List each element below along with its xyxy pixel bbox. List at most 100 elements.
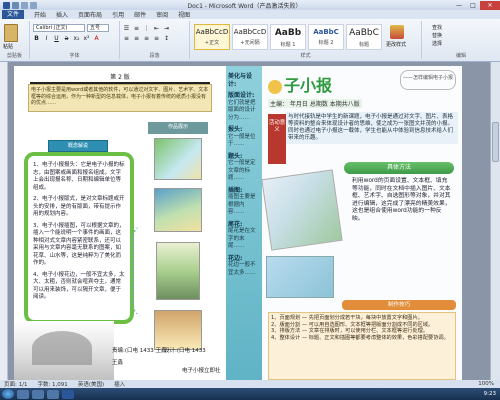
tab-file[interactable]: 文件 (2, 10, 25, 19)
editing-group: 查找 替换 选择 编辑 (422, 21, 500, 59)
word-count[interactable]: 字数: 1,091 (37, 380, 67, 388)
concept-frame: 1、电子小报报头：它是电子小报的标志，由图案或画面和报名组成，文字上会出现报名称… (24, 152, 134, 324)
note-item: 4、整体设计 — 标题、正文和插图等都要考虑整体的效果，色彩搭配要协调。 (271, 334, 449, 341)
group-label: 字体 (69, 53, 80, 59)
align-center-icon[interactable]: ≡ (133, 35, 140, 42)
clipboard-group: 粘贴 剪贴板 (0, 21, 30, 59)
section-label: 活动意义 (268, 114, 286, 164)
taskbar: 9:23 (0, 388, 500, 400)
sidebar-text: 尾花是在文字的末尾…… (228, 228, 256, 249)
taskbar-app-icon[interactable] (32, 389, 44, 399)
tab-review[interactable]: 审阅 (156, 10, 168, 19)
word-icon (3, 1, 10, 9)
bullets-icon[interactable]: ☰ (123, 25, 130, 32)
select-button[interactable]: 选择 (432, 40, 442, 48)
concept-list: 1、电子小报报头：它是电子小报的标志，由图案或画面和报名组成，文字上会出现报名称… (28, 156, 130, 312)
style-normal[interactable]: AaBbCcD +正文 (194, 24, 230, 50)
concept-banner: 概念解说 (48, 140, 108, 152)
method-heading: 具体方法 (344, 162, 454, 174)
notes-heading: 制作技巧 (342, 300, 456, 310)
replace-button[interactable]: 替换 (432, 32, 442, 40)
tab-insert[interactable]: 插入 (56, 10, 68, 19)
collage-image (266, 256, 334, 298)
masthead-emblem-icon (268, 79, 282, 94)
taskbar-app-icon[interactable] (47, 389, 59, 399)
group-label: 剪贴板 (6, 53, 22, 59)
tab-mailings[interactable]: 邮件 (134, 10, 146, 19)
intro-box: 电子小报主要是用word或者其他的软件，可以通过对文字、图片、艺术字、文本框等的… (28, 84, 212, 112)
sidebar-heading: 美化与设计: (228, 73, 253, 88)
taskbar-app-icon[interactable] (17, 389, 29, 399)
sample-image (156, 242, 200, 300)
works-banner: 作品展示 (148, 122, 208, 134)
undo-icon[interactable] (21, 1, 28, 9)
tab-references[interactable]: 引用 (112, 10, 124, 19)
font-group: Calibri (正文) 五号 B I U a x₂ x² A 字体 (30, 21, 120, 59)
tab-view[interactable]: 视图 (178, 10, 190, 19)
increase-indent-icon[interactable]: ⇥ (163, 25, 170, 32)
save-icon[interactable] (12, 1, 19, 9)
paste-icon[interactable] (4, 24, 18, 42)
font-size-select[interactable]: 五号 (87, 24, 109, 32)
word-taskbar-icon[interactable] (62, 389, 74, 399)
tab-page-layout[interactable]: 页面布局 (78, 10, 102, 19)
align-left-icon[interactable]: ≡ (123, 35, 130, 42)
sample-image (154, 138, 202, 180)
style-sample: AaBbCcD (233, 28, 267, 36)
list-item: 1、电子小报报头：它是电子小报的标志，由图案或画面和报名组成，文字上会出现报名称… (33, 162, 125, 191)
tab-home[interactable]: 开始 (34, 10, 46, 19)
superscript-button[interactable]: x² (83, 35, 90, 42)
change-styles-icon[interactable] (390, 25, 404, 39)
scrollbar-thumb[interactable] (492, 122, 499, 162)
page-right[interactable]: 美化与设计: 版面设计: 它们就是把版面的设计分为…… 报头: 它一般是位于……… (226, 66, 462, 380)
subscript-button[interactable]: x₂ (73, 35, 80, 42)
sidebar-heading: 题头: (228, 152, 243, 160)
line-spacing-icon[interactable]: ↕ (163, 35, 170, 42)
format-row: B I U a x₂ x² A (33, 35, 100, 42)
insert-mode[interactable]: 插入 (114, 380, 125, 388)
underline-button[interactable]: U (53, 35, 60, 42)
change-styles-button[interactable]: 更改样式 (386, 41, 406, 48)
zoom-level[interactable]: 100% (478, 381, 500, 387)
find-button[interactable]: 查找 (432, 24, 442, 32)
style-sample: AaBb (274, 28, 302, 38)
window-controls: — □ ✕ (452, 0, 500, 10)
multilevel-icon[interactable]: ⋮ (143, 25, 150, 32)
start-button[interactable] (2, 389, 14, 399)
list-row: ☰ ≡ ⋮ ⇤ ⇥ (123, 25, 170, 32)
justify-icon[interactable]: ≡ (153, 35, 160, 42)
notes-box: 1、页面规划 — 先把页面划分成若干块，每块中放置文字和图片。 2、版面分割 —… (268, 312, 456, 380)
italic-button[interactable]: I (43, 35, 50, 42)
style-title[interactable]: AaBbC 标题 (346, 24, 382, 50)
editing-commands: 查找 替换 选择 (432, 24, 442, 48)
page-count[interactable]: 页面: 1/1 (4, 380, 27, 388)
style-label: 标题 (358, 42, 369, 48)
minimize-button[interactable]: — (452, 1, 466, 10)
vertical-scrollbar[interactable] (490, 62, 500, 380)
font-color-button[interactable]: A (93, 35, 100, 42)
align-right-icon[interactable]: ≡ (143, 35, 150, 42)
close-button[interactable]: ✕ (480, 0, 500, 10)
style-label: 标题 1 (280, 42, 296, 48)
sidebar-text: 它一般是位于…… (228, 133, 256, 148)
numbering-icon[interactable]: ≡ (133, 25, 140, 32)
style-label: +正文 (204, 40, 220, 46)
document-area[interactable]: 第 2 版 电子小报主要是用word或者其他的软件，可以通过对文字、图片、艺术字… (0, 62, 490, 380)
language-indicator[interactable]: 英语(美国) (78, 380, 104, 388)
redo-icon[interactable] (30, 1, 37, 9)
maximize-button[interactable]: □ (466, 1, 480, 10)
align-row: ≡ ≡ ≡ ≡ ↕ (123, 35, 170, 42)
collage-image (261, 169, 343, 251)
list-item: 3、电子小报插图，可以根据文章的，插入一个能说明一个事件的画面，这种相对式文章内… (33, 222, 125, 267)
list-item: 4、电子小报花边，一般不宜太多，太大、太粗，否则就会喧宾夺主，通常可以用来装饰，… (33, 271, 125, 301)
bold-button[interactable]: B (33, 35, 40, 42)
style-heading-2[interactable]: AaBbC 标题 2 (308, 24, 344, 50)
paste-button[interactable]: 粘贴 (3, 43, 13, 50)
font-name-select[interactable]: Calibri (正文) (33, 24, 85, 32)
style-heading-1[interactable]: AaBb 标题 1 (270, 24, 306, 50)
strikethrough-button[interactable]: a (63, 35, 70, 42)
style-no-spacing[interactable]: AaBbCcD +无间隔 (232, 24, 268, 50)
page-left[interactable]: 第 2 版 电子小报主要是用word或者其他的软件，可以通过对文字、图片、艺术字… (14, 66, 226, 380)
decrease-indent-icon[interactable]: ⇤ (153, 25, 160, 32)
status-bar: 页面: 1/1 字数: 1,091 英语(美国) 插入 100% (0, 380, 500, 388)
